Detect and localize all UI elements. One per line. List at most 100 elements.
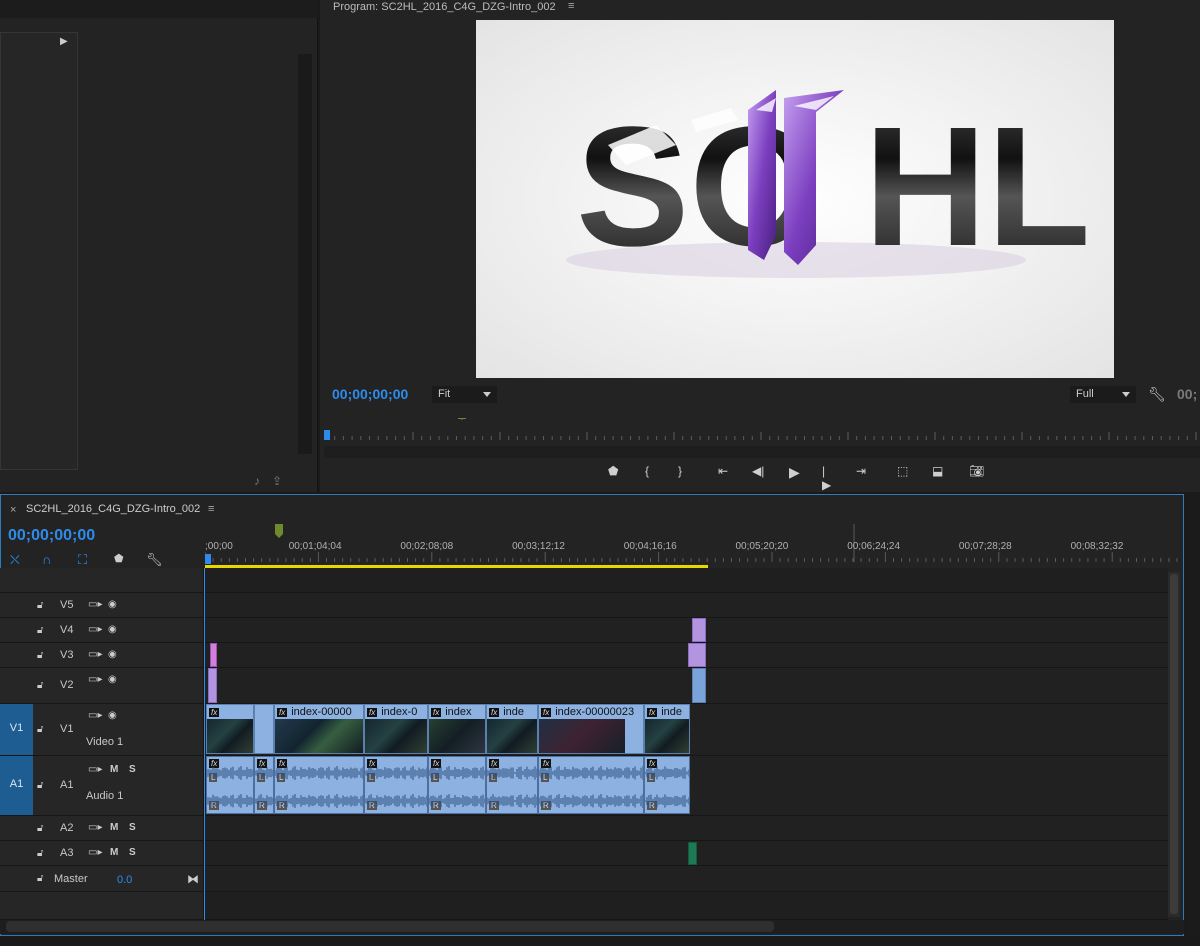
lock-icon[interactable]: 🔓︎ (37, 780, 43, 791)
lock-icon[interactable]: 🔓︎ (37, 724, 43, 735)
graphic-clip[interactable] (692, 668, 706, 703)
lock-icon[interactable]: 🔓︎ (37, 823, 43, 834)
track-v4[interactable]: 🔓︎ V4 ▭▸ ◉ (0, 618, 1168, 643)
solo-button[interactable]: S (129, 822, 136, 833)
graphic-clip[interactable] (210, 643, 217, 667)
video-clip[interactable]: fx index (428, 704, 486, 754)
source-patch-a1[interactable]: A1 (0, 756, 33, 815)
playhead[interactable] (204, 568, 205, 920)
track-v2[interactable]: 🔓︎ V2 ▭▸ ◉ (0, 668, 1168, 704)
audio-clip[interactable]: fxLR (206, 756, 254, 814)
master-volume-value[interactable]: 0.0 (117, 874, 132, 886)
mute-button[interactable]: M (110, 822, 118, 833)
audio-clip[interactable]: fxLR (486, 756, 538, 814)
track-v1[interactable]: V1 🔓︎ V1 ▭▸ ◉ Video 1 fx fx index-00000 f… (0, 704, 1168, 756)
play-icon[interactable]: ▶ (789, 464, 800, 481)
video-clip[interactable]: fx index-00000023 (538, 704, 644, 754)
audio-clip[interactable] (688, 842, 697, 865)
lift-icon[interactable]: ⬚ (897, 464, 908, 478)
eye-icon[interactable]: ◉ (108, 674, 117, 685)
sequence-timecode[interactable]: 00;00;00;00 (8, 527, 95, 545)
graphic-clip[interactable] (692, 618, 706, 642)
lock-icon[interactable]: 🔓︎ (37, 873, 43, 884)
resolution-select[interactable]: Full (1070, 386, 1136, 403)
program-timecode[interactable]: 00;00;00;00 (332, 386, 408, 402)
go-to-in-icon[interactable]: ⇤ (718, 464, 728, 478)
sync-lock-icon[interactable]: ▭▸ (88, 624, 102, 635)
zoom-select[interactable]: Fit (432, 386, 497, 403)
video-clip[interactable]: fx inde (486, 704, 538, 754)
wrench-icon[interactable]: 🔧︎ (146, 552, 163, 568)
wrench-icon[interactable]: 🔧︎ (1148, 386, 1166, 403)
video-clip[interactable]: fx index-0 (364, 704, 428, 754)
go-to-end-icon[interactable]: ⧓ (187, 872, 199, 886)
sync-lock-icon[interactable]: ▭▸ (88, 599, 102, 610)
linked-selection-icon[interactable]: ⛶ (78, 552, 87, 568)
sync-lock-icon[interactable]: ▭▸ (88, 674, 102, 685)
source-list[interactable] (0, 32, 78, 470)
go-to-out-icon[interactable]: ⇥ (856, 464, 866, 478)
sync-lock-icon[interactable]: ▭▸ (88, 710, 102, 721)
lock-icon[interactable]: 🔓︎ (37, 680, 43, 691)
lock-icon[interactable]: 🔓︎ (37, 600, 43, 611)
timeline-ruler[interactable]: ;00;00 00;01;04;04 00;02;08;08 00;03;12;12 0… (205, 524, 1180, 568)
sync-lock-icon[interactable]: ▭▸ (88, 847, 102, 858)
snap-icon[interactable]: ∩ (42, 552, 51, 567)
video-clip[interactable] (254, 704, 274, 754)
nest-toggle-icon[interactable]: ⛌ (10, 552, 20, 568)
sequence-tab[interactable]: SC2HL_2016_C4G_DZG-Intro_002 (26, 503, 200, 515)
eye-icon[interactable]: ◉ (108, 649, 117, 660)
export-icon[interactable]: ⇪ (272, 474, 294, 488)
track-a1[interactable]: A1 🔓︎ A1 ▭▸ M S Audio 1 fxLRfxLRfxLRfxLR… (0, 756, 1168, 816)
audio-clip[interactable]: fxLR (254, 756, 274, 814)
source-patch-v1[interactable]: V1 (0, 704, 33, 755)
program-zoom-bar[interactable] (324, 446, 1200, 458)
step-back-icon[interactable]: ◀| (752, 464, 764, 478)
track-v3[interactable]: 🔓︎ V3 ▭▸ ◉ (0, 643, 1168, 668)
audio-clip[interactable]: fxLR (364, 756, 428, 814)
solo-button[interactable]: S (129, 847, 136, 858)
scrollbar-thumb[interactable] (6, 921, 774, 932)
video-clip[interactable]: fx index-00000 (274, 704, 364, 754)
video-clip[interactable]: fx (206, 704, 254, 754)
solo-button[interactable]: S (129, 764, 136, 775)
export-frame-icon[interactable]: 📷︎ (969, 464, 984, 478)
hamburger-icon[interactable]: ≡ (208, 503, 214, 515)
track-a3[interactable]: 🔓︎ A3 ▭▸ M S (0, 841, 1168, 866)
eye-icon[interactable]: ◉ (108, 599, 117, 610)
track-a2[interactable]: 🔓︎ A2 ▭▸ M S (0, 816, 1168, 841)
eye-icon[interactable]: ◉ (108, 624, 117, 635)
audio-clip[interactable]: fxLR (428, 756, 486, 814)
audio-clip[interactable]: fxLR (644, 756, 690, 814)
program-monitor-title[interactable]: Program: SC2HL_2016_C4G_DZG-Intro_002 (333, 0, 556, 16)
video-clip[interactable]: fx inde (644, 704, 690, 754)
mark-in-icon[interactable]: { (645, 464, 649, 478)
add-marker-icon[interactable]: ⬟ (114, 552, 124, 565)
sync-lock-icon[interactable]: ▭▸ (88, 822, 102, 833)
audio-clip[interactable]: fxLR (538, 756, 644, 814)
mark-out-icon[interactable]: } (678, 464, 682, 478)
graphic-clip[interactable] (688, 643, 706, 667)
lock-icon[interactable]: 🔓︎ (37, 848, 43, 859)
mute-button[interactable]: M (110, 847, 118, 858)
program-time-ruler[interactable] (324, 418, 1200, 444)
hamburger-icon[interactable]: ≡ (568, 0, 574, 12)
mute-button[interactable]: M (110, 764, 118, 775)
audio-clip[interactable]: fxLR (274, 756, 364, 814)
scrollbar-thumb[interactable] (1170, 574, 1178, 914)
audio-icon[interactable]: ♪ (254, 474, 272, 488)
step-forward-icon[interactable]: |▶ (822, 464, 831, 492)
extract-icon[interactable]: ⬓ (932, 464, 943, 478)
lock-icon[interactable]: 🔓︎ (37, 650, 43, 661)
close-icon[interactable]: × (10, 504, 16, 516)
graphic-clip[interactable] (208, 668, 217, 703)
sync-lock-icon[interactable]: ▭▸ (88, 649, 102, 660)
lock-icon[interactable]: 🔓︎ (37, 625, 43, 636)
sync-lock-icon[interactable]: ▭▸ (88, 764, 102, 775)
add-marker-icon[interactable]: ⬟ (608, 464, 618, 478)
track-master[interactable]: 🔓︎ Master (0, 866, 1168, 892)
source-scrollbar[interactable] (298, 54, 312, 454)
eye-icon[interactable]: ◉ (108, 710, 117, 721)
track-v5[interactable]: 🔓︎ V5 ▭▸ ◉ (0, 593, 1168, 618)
chevron-right-icon[interactable]: ▶ (60, 36, 68, 47)
